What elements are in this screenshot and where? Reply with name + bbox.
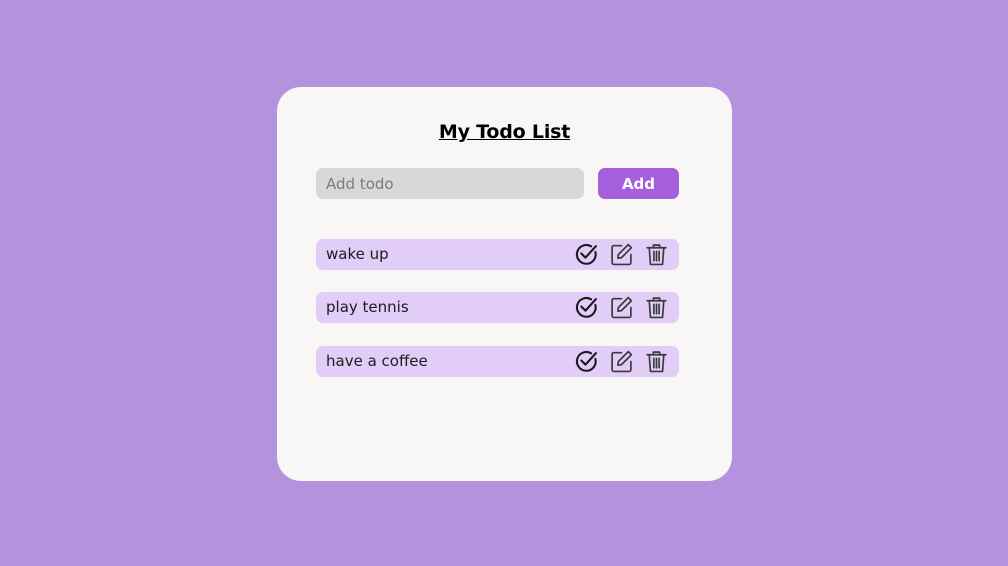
todo-text: play tennis	[326, 298, 409, 316]
trash-icon	[646, 351, 667, 373]
todo-card-body: My Todo List Add wake up	[277, 87, 732, 481]
edit-button[interactable]	[609, 295, 634, 320]
trash-icon	[646, 297, 667, 319]
delete-button[interactable]	[644, 295, 669, 320]
todo-item: have a coffee	[316, 346, 679, 377]
todo-item: wake up	[316, 239, 679, 270]
delete-button[interactable]	[644, 349, 669, 374]
check-circle-icon	[575, 350, 597, 372]
todo-text: have a coffee	[326, 352, 428, 370]
complete-button[interactable]	[574, 349, 599, 374]
complete-button[interactable]	[574, 295, 599, 320]
todo-item: play tennis	[316, 292, 679, 323]
add-button[interactable]: Add	[598, 168, 679, 199]
delete-button[interactable]	[644, 242, 669, 267]
complete-button[interactable]	[574, 242, 599, 267]
todo-card: My Todo List Add wake up	[277, 87, 732, 481]
edit-icon	[611, 243, 633, 266]
trash-icon	[646, 244, 667, 266]
add-todo-input[interactable]	[316, 168, 584, 199]
check-circle-icon	[575, 296, 597, 318]
todo-text: wake up	[326, 245, 389, 263]
page-title: My Todo List	[438, 121, 571, 143]
edit-button[interactable]	[609, 242, 634, 267]
edit-button[interactable]	[609, 349, 634, 374]
edit-icon	[611, 350, 633, 373]
edit-icon	[611, 296, 633, 319]
check-circle-icon	[575, 243, 597, 265]
